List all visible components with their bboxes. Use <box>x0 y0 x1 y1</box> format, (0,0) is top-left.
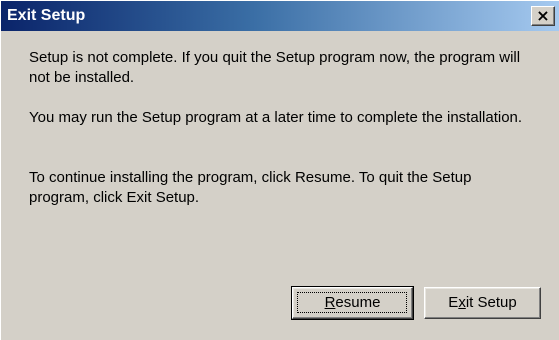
close-button[interactable]: × <box>531 6 555 26</box>
exit-setup-dialog: Exit Setup × Setup is not complete. If y… <box>0 0 559 340</box>
resume-button-label: Resume <box>324 294 381 311</box>
message-run-later: You may run the Setup program at a later… <box>29 109 523 126</box>
exit-setup-button-label: Exit Setup <box>448 294 517 311</box>
window-title: Exit Setup <box>7 7 86 24</box>
message-instructions: To continue installing the program, clic… <box>29 169 472 206</box>
message-not-complete: Setup is not complete. If you quit the S… <box>29 49 521 86</box>
resume-button[interactable]: Resume <box>291 286 414 320</box>
exit-setup-button[interactable]: Exit Setup <box>424 287 541 319</box>
close-icon: × <box>536 6 550 25</box>
title-bar[interactable]: Exit Setup × <box>1 1 559 31</box>
